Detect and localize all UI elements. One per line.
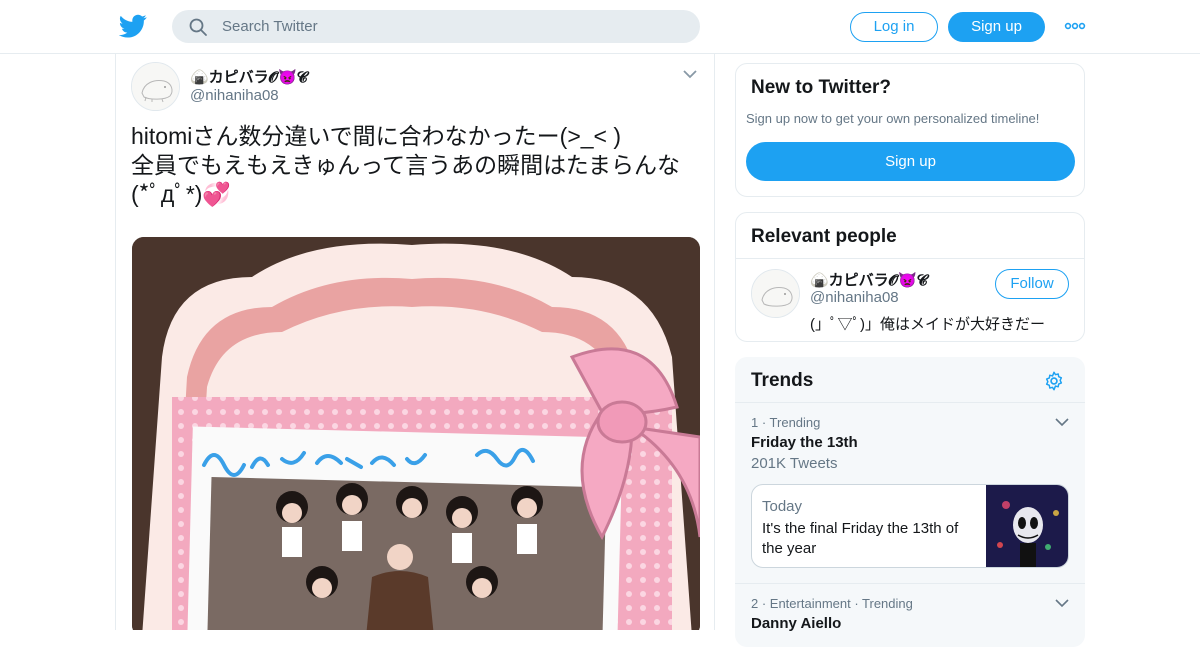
trend-meta: 2 · Entertainment · Trending	[751, 596, 913, 611]
person-handle[interactable]: @nihaniha08	[810, 289, 899, 306]
tweet-photo[interactable]	[132, 237, 700, 630]
person-name[interactable]: 🍙カピバラ𝓞👿𝓒	[810, 269, 927, 290]
avatar[interactable]	[751, 269, 800, 318]
new-to-twitter-card: New to Twitter? Sign up now to get your …	[735, 63, 1085, 197]
settings-gear-icon[interactable]	[1043, 370, 1065, 392]
capybara-sketch-avatar-icon	[132, 63, 179, 110]
more-dots-icon[interactable]	[1064, 20, 1086, 32]
avatar[interactable]	[131, 62, 180, 111]
divider	[735, 583, 1085, 584]
trend-name[interactable]: Friday the 13th	[751, 434, 858, 451]
trends-card: Trends 1 · Trending Friday the 13th 201K…	[735, 357, 1085, 647]
card-title: New to Twitter?	[751, 77, 892, 98]
login-button[interactable]: Log in	[850, 12, 938, 42]
tweet-author-name[interactable]: 🍙カピバラ𝓞👿𝓒	[190, 66, 307, 87]
tweet-author-handle[interactable]: @nihaniha08	[190, 87, 279, 104]
divider	[735, 402, 1085, 403]
card-title: Relevant people	[751, 226, 897, 247]
moment-thumbnail-image	[986, 485, 1068, 567]
top-navigation-bar: Log in Sign up	[0, 0, 1200, 54]
moment-time: Today	[762, 498, 803, 515]
search-box[interactable]	[172, 10, 700, 43]
trend-moment-card[interactable]: Today It's the final Friday the 13th of …	[751, 484, 1069, 568]
chevron-down-icon[interactable]	[682, 68, 698, 80]
search-icon	[189, 18, 207, 36]
person-bio: (」ﾟ▽ﾟ)」俺はメイドが大好きだー	[810, 316, 1045, 333]
twitter-bird-icon[interactable]	[119, 12, 147, 40]
tweet-permalink: 🍙カピバラ𝓞👿𝓒 @nihaniha08 hitomiさん数分違いで間に合わなか…	[115, 54, 715, 630]
trend-tweet-count: 201K Tweets	[751, 455, 838, 472]
search-input[interactable]	[222, 10, 682, 43]
relevant-people-card: Relevant people 🍙カピバラ𝓞👿𝓒 @nihaniha08 (」ﾟ…	[735, 212, 1085, 342]
maid-cafe-photo-image	[132, 237, 700, 630]
tweet-text: hitomiさん数分違いで間に合わなかったー(>_< ) 全員でもえもえきゅんっ…	[131, 123, 681, 207]
trend-meta: 1 · Trending	[751, 415, 821, 430]
chevron-down-icon[interactable]	[1055, 598, 1069, 608]
chevron-down-icon[interactable]	[1055, 417, 1069, 427]
capybara-sketch-avatar-icon	[752, 270, 799, 317]
trend-name[interactable]: Danny Aiello	[751, 615, 841, 632]
card-subtitle: Sign up now to get your own personalized…	[746, 111, 1040, 126]
signup-button[interactable]: Sign up	[948, 12, 1045, 42]
signup-cta-button[interactable]: Sign up	[746, 142, 1075, 181]
follow-button[interactable]: Follow	[995, 269, 1069, 299]
moment-title[interactable]: It's the final Friday the 13th of the ye…	[762, 519, 977, 559]
card-title: Trends	[751, 370, 814, 391]
divider	[736, 258, 1084, 259]
